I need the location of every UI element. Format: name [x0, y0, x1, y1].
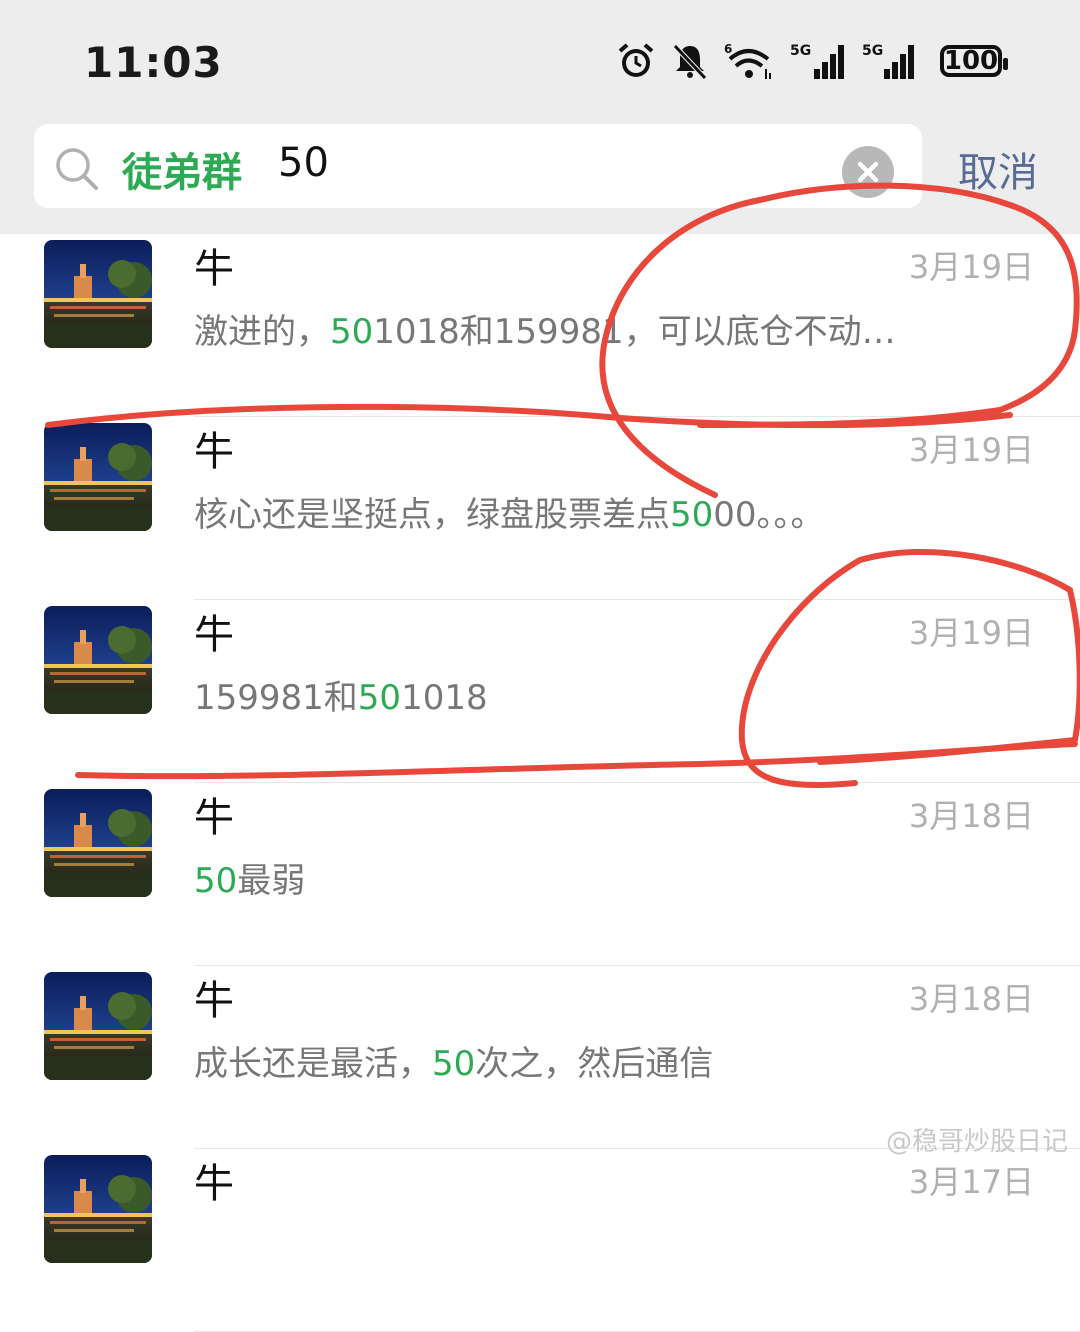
result-preview: 50最弱 [194, 853, 305, 902]
preview-text: 激进的， [194, 312, 330, 352]
result-date: 3月19日 [908, 614, 1034, 652]
result-sender: 牛 [194, 1161, 234, 1207]
preview-text: 成长还是最活， [194, 1044, 432, 1084]
svg-text:5G: 5G [790, 43, 811, 59]
battery-indicator: 100 [940, 45, 1008, 77]
preview-highlight: 50 [194, 861, 238, 901]
list-item[interactable]: 牛 3月18日 50最弱 [0, 783, 1080, 966]
wifi-icon: 6 [724, 42, 771, 79]
result-sender: 牛 [194, 429, 234, 475]
status-time: 11:03 [84, 38, 223, 87]
preview-highlight: 50 [357, 678, 402, 718]
result-date: 3月18日 [908, 980, 1034, 1018]
result-preview: 核心还是坚挺点，绿盘股票差点5000。。。 [194, 487, 825, 536]
avatar[interactable] [44, 606, 152, 714]
alarm-icon [618, 43, 654, 77]
search-results-list: 牛 3月19日 激进的，501018和159981，可以底仓不动… 牛 3月19… [0, 234, 1080, 1332]
status-bar: 11:03 6 5G 5G 100 [0, 0, 1080, 116]
cancel-button[interactable]: 取消 [958, 140, 1038, 198]
preview-highlight: 50 [432, 1044, 476, 1084]
search-icon [56, 148, 98, 190]
result-preview: 激进的，501018和159981，可以底仓不动… [194, 304, 896, 353]
preview-text: 1018 [401, 678, 488, 718]
list-item[interactable]: 牛 3月17日 [0, 1149, 1080, 1332]
clear-search-icon[interactable] [842, 146, 894, 198]
svg-text:5G: 5G [862, 43, 883, 59]
preview-text: 00。。。 [713, 495, 825, 535]
list-item[interactable]: 牛 3月19日 核心还是坚挺点，绿盘股票差点5000。。。 [0, 417, 1080, 600]
preview-text: 次之，然后通信 [475, 1044, 714, 1084]
preview-text: 159981和 [194, 678, 358, 718]
avatar[interactable] [44, 1155, 152, 1263]
result-date: 3月19日 [908, 248, 1034, 286]
result-sender: 牛 [194, 795, 234, 841]
preview-highlight: 50 [670, 495, 714, 535]
signal-5g-icon: 5G [790, 43, 844, 79]
preview-text: 最弱 [237, 861, 306, 901]
result-date: 3月18日 [908, 797, 1034, 835]
list-item[interactable]: 牛 3月19日 激进的，501018和159981，可以底仓不动… [0, 234, 1080, 417]
avatar[interactable] [44, 972, 152, 1080]
mute-icon [673, 44, 707, 80]
search-scope-tag[interactable]: 徒弟群 [122, 140, 242, 198]
search-query[interactable]: 50 [278, 140, 329, 186]
result-sender: 牛 [194, 612, 234, 658]
signal-5g-icon: 5G [862, 43, 914, 79]
avatar[interactable] [44, 789, 152, 897]
watermark: @稳哥炒股日记 [885, 1127, 1068, 1157]
search-input[interactable]: 徒弟群 50 [34, 124, 922, 208]
preview-text: 1018和159981，可以底仓不动… [373, 312, 896, 352]
status-icons: 6 5G 5G 100 [616, 38, 1008, 84]
search-bar: 徒弟群 50 取消 [0, 116, 1080, 234]
result-preview: 159981和501018 [194, 670, 488, 719]
avatar[interactable] [44, 240, 152, 348]
avatar[interactable] [44, 423, 152, 531]
preview-highlight: 50 [330, 312, 374, 352]
result-sender: 牛 [194, 978, 234, 1024]
result-sender: 牛 [194, 246, 234, 292]
result-date: 3月17日 [908, 1163, 1034, 1201]
list-item[interactable]: 牛 3月19日 159981和501018 [0, 600, 1080, 783]
result-preview: 成长还是最活，50次之，然后通信 [194, 1036, 713, 1085]
svg-text:6: 6 [724, 42, 732, 56]
preview-text: 核心还是坚挺点，绿盘股票差点 [194, 495, 670, 535]
result-date: 3月19日 [908, 431, 1034, 469]
